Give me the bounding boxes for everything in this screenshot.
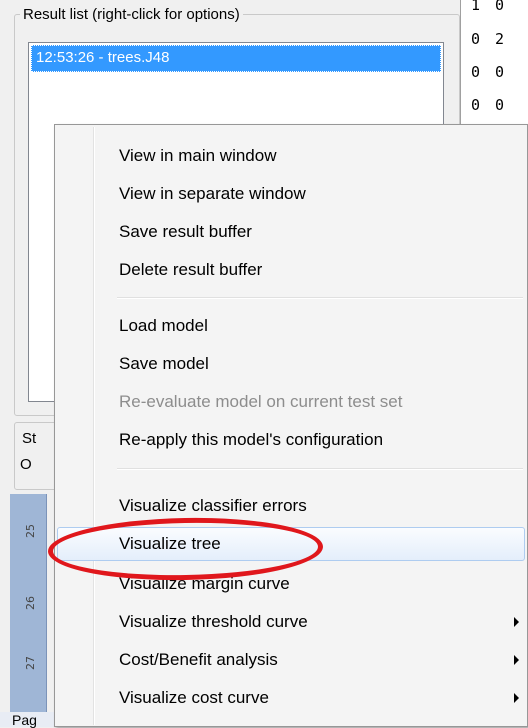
menu-item-label: Save result buffer	[119, 222, 252, 241]
ruler-label: 26	[24, 596, 37, 610]
menu-item-cost-benefit-analysis[interactable]: Cost/Benefit analysis	[57, 643, 525, 677]
vertical-ruler: 25 26 27	[10, 494, 47, 712]
menu-item-label: Visualize tree	[119, 534, 221, 553]
submenu-arrow-icon	[514, 655, 519, 665]
menu-item-view-in-main-window[interactable]: View in main window	[57, 139, 525, 173]
matrix-row: 1 0	[471, 0, 508, 14]
ruler-label: 27	[24, 656, 37, 670]
result-list-title: Result list (right-click for options)	[20, 6, 243, 23]
menu-item-re-apply-configuration[interactable]: Re-apply this model's configuration	[57, 423, 525, 457]
menu-item-load-model[interactable]: Load model	[57, 309, 525, 343]
menu-item-visualize-margin-curve[interactable]: Visualize margin curve	[57, 567, 525, 601]
menu-separator	[117, 297, 523, 299]
status-text: O	[20, 456, 32, 473]
result-list-item-label: 12:53:26 - trees.J48	[36, 49, 170, 66]
menu-item-label: Re-apply this model's configuration	[119, 430, 384, 449]
menu-item-label: Cost/Benefit analysis	[119, 650, 278, 669]
context-menu: View in main window View in separate win…	[54, 124, 528, 727]
status-title: St	[22, 430, 37, 447]
menu-item-label: Visualize margin curve	[119, 574, 290, 593]
ruler-label: 25	[24, 524, 37, 538]
matrix-row: 0 0	[471, 96, 508, 114]
menu-item-save-model[interactable]: Save model	[57, 347, 525, 381]
menu-item-delete-result-buffer[interactable]: Delete result buffer	[57, 253, 525, 287]
menu-item-visualize-tree[interactable]: Visualize tree	[57, 527, 525, 561]
menu-item-label: Visualize threshold curve	[119, 612, 308, 631]
menu-item-visualize-threshold-curve[interactable]: Visualize threshold curve	[57, 605, 525, 639]
matrix-row: 0 2	[471, 30, 508, 48]
confusion-matrix-output: 1 0 0 2 0 0 0 0	[460, 0, 528, 130]
menu-item-visualize-cost-curve[interactable]: Visualize cost curve	[57, 681, 525, 715]
menu-item-visualize-classifier-errors[interactable]: Visualize classifier errors	[57, 489, 525, 523]
menu-item-label: View in separate window	[119, 184, 306, 203]
menu-item-label: Visualize classifier errors	[119, 496, 307, 515]
matrix-row: 0 0	[471, 63, 508, 81]
menu-item-re-evaluate-model: Re-evaluate model on current test set	[57, 385, 525, 419]
menu-item-label: Load model	[119, 316, 208, 335]
menu-item-save-result-buffer[interactable]: Save result buffer	[57, 215, 525, 249]
submenu-arrow-icon	[514, 617, 519, 627]
result-list-item-selected[interactable]: 12:53:26 - trees.J48	[31, 45, 441, 72]
menu-item-label: Delete result buffer	[119, 260, 263, 279]
submenu-arrow-icon	[514, 693, 519, 703]
menu-item-label: Save model	[119, 354, 209, 373]
menu-separator	[117, 468, 523, 470]
menu-item-label: Re-evaluate model on current test set	[119, 392, 403, 411]
menu-item-view-in-separate-window[interactable]: View in separate window	[57, 177, 525, 211]
page-label: Pag	[12, 712, 37, 728]
menu-item-label: Visualize cost curve	[119, 688, 269, 707]
menu-item-label: View in main window	[119, 146, 277, 165]
